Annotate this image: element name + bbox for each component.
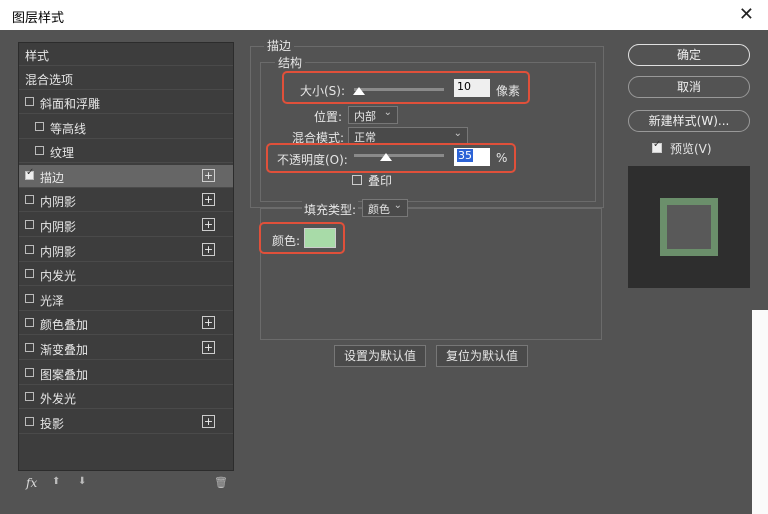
fx-icon[interactable]: fx [26,476,37,490]
style-item-checkbox[interactable] [25,97,34,106]
style-item-label: 图案叠加 [40,367,89,382]
structure-title: 结构 [275,54,306,71]
style-item-checkbox[interactable] [35,146,44,156]
style-item-label: 等高线 [50,121,87,136]
preview-fill [667,205,711,249]
add-effect-icon[interactable]: + [202,193,215,207]
trash-icon[interactable]: 🗑 [214,476,228,489]
style-item-checkbox[interactable] [25,293,34,303]
style-item[interactable]: 纹理 [19,140,233,164]
style-item-label: 光泽 [40,293,65,308]
style-item[interactable]: 投影 + [19,411,233,434]
stroke-section-title: 描边 [264,37,295,54]
size-highlight [282,71,530,104]
style-item-label: 颜色叠加 [40,318,89,333]
overprint-checkbox[interactable] [352,175,362,185]
add-effect-icon[interactable]: + [202,218,215,231]
style-item-checkbox[interactable] [25,195,34,205]
chevron-down-icon: ⌄ [453,128,462,139]
overprint-label: 叠印 [368,174,393,188]
style-item-checkbox[interactable] [25,167,34,180]
ok-button[interactable]: 确定 [628,44,750,66]
cancel-button[interactable]: 取消 [628,76,750,98]
style-item-checkbox[interactable] [25,244,34,254]
preview-checkbox[interactable] [652,139,662,153]
preview-label: 预览(V) [670,142,712,156]
style-item[interactable]: 描边 + [19,164,233,188]
style-item[interactable]: 图案叠加 [19,362,233,385]
add-effect-icon[interactable]: + [202,316,215,330]
style-item[interactable]: 内阴影 + [19,189,233,213]
style-item-checkbox[interactable] [25,392,34,402]
add-effect-icon[interactable]: + [202,242,215,256]
move-up-icon[interactable]: ⬆ [52,476,60,487]
fill-type-label: 填充类型: [302,201,359,218]
move-down-icon[interactable]: ⬇ [78,476,86,487]
style-item-checkbox[interactable] [25,269,34,279]
fill-type-value: 颜色 [368,203,390,216]
add-effect-icon[interactable]: + [202,414,215,428]
style-item-label: 渐变叠加 [40,343,89,357]
blend-options[interactable]: 混合选项 [19,67,233,90]
position-label: 位置: [314,110,343,124]
style-item[interactable]: 光泽 [19,288,233,311]
style-item-label: 描边 [40,170,65,185]
style-item-checkbox[interactable] [25,318,34,328]
preview-stroke [660,198,718,256]
style-item-label: 内阴影 [40,244,77,259]
style-list: 样式 混合选项 斜面和浮雕等高线纹理描边 + 内阴影 + 内阴影 + 内阴影 + 内发光光泽颜色… [18,42,234,471]
style-item-label: 投影 [40,416,65,431]
set-default-button[interactable]: 设置为默认值 [334,345,426,367]
style-item-checkbox[interactable] [25,220,34,229]
background-image-edge [752,310,768,514]
style-item[interactable]: 外发光 [19,386,233,410]
window-title: 图层样式 [12,11,65,26]
position-value: 内部 [354,110,376,123]
fill-type-select[interactable]: 颜色 ⌄ [362,199,408,217]
titlebar: 图层样式 ✕ [0,0,768,30]
add-effect-icon[interactable]: + [202,168,215,182]
style-item-label: 内阴影 [40,195,77,210]
style-list-toolbar: fx ⬆ ⬇ 🗑 [18,471,232,497]
style-item-label: 内阴影 [40,220,77,234]
chevron-down-icon: ⌄ [383,107,392,118]
close-icon[interactable]: ✕ [739,4,754,25]
style-item-label: 纹理 [50,146,75,161]
style-item[interactable]: 内发光 [19,263,233,287]
style-item-checkbox[interactable] [25,416,34,426]
color-highlight [259,222,345,254]
style-item[interactable]: 渐变叠加 + [19,337,233,360]
position-select[interactable]: 内部 ⌄ [348,106,398,124]
style-item-label: 内发光 [40,269,77,284]
style-item[interactable]: 内阴影 + [19,214,233,237]
style-item[interactable]: 等高线 [19,116,233,139]
style-header[interactable]: 样式 [19,43,233,66]
style-item-label: 外发光 [40,392,77,407]
style-item[interactable]: 颜色叠加 + [19,312,233,336]
style-item-checkbox[interactable] [25,367,34,377]
blend-options-label: 混合选项 [25,73,74,87]
opacity-highlight [266,143,516,173]
new-style-button[interactable]: 新建样式(W)... [628,110,750,132]
chevron-down-icon: ⌄ [393,200,402,211]
style-item-label: 斜面和浮雕 [40,97,101,111]
layer-style-dialog: 样式 混合选项 斜面和浮雕等高线纹理描边+内阴影+内阴影+内阴影+内发光光泽颜色… [0,30,768,514]
style-item-checkbox[interactable] [35,121,44,131]
style-item[interactable]: 内阴影 + [19,239,233,262]
add-effect-icon[interactable]: + [202,341,215,354]
reset-default-button[interactable]: 复位为默认值 [436,345,528,367]
style-header-label: 样式 [25,49,50,63]
style-item-checkbox[interactable] [25,343,34,352]
style-item[interactable]: 斜面和浮雕 [19,91,233,114]
style-preview [628,166,750,288]
